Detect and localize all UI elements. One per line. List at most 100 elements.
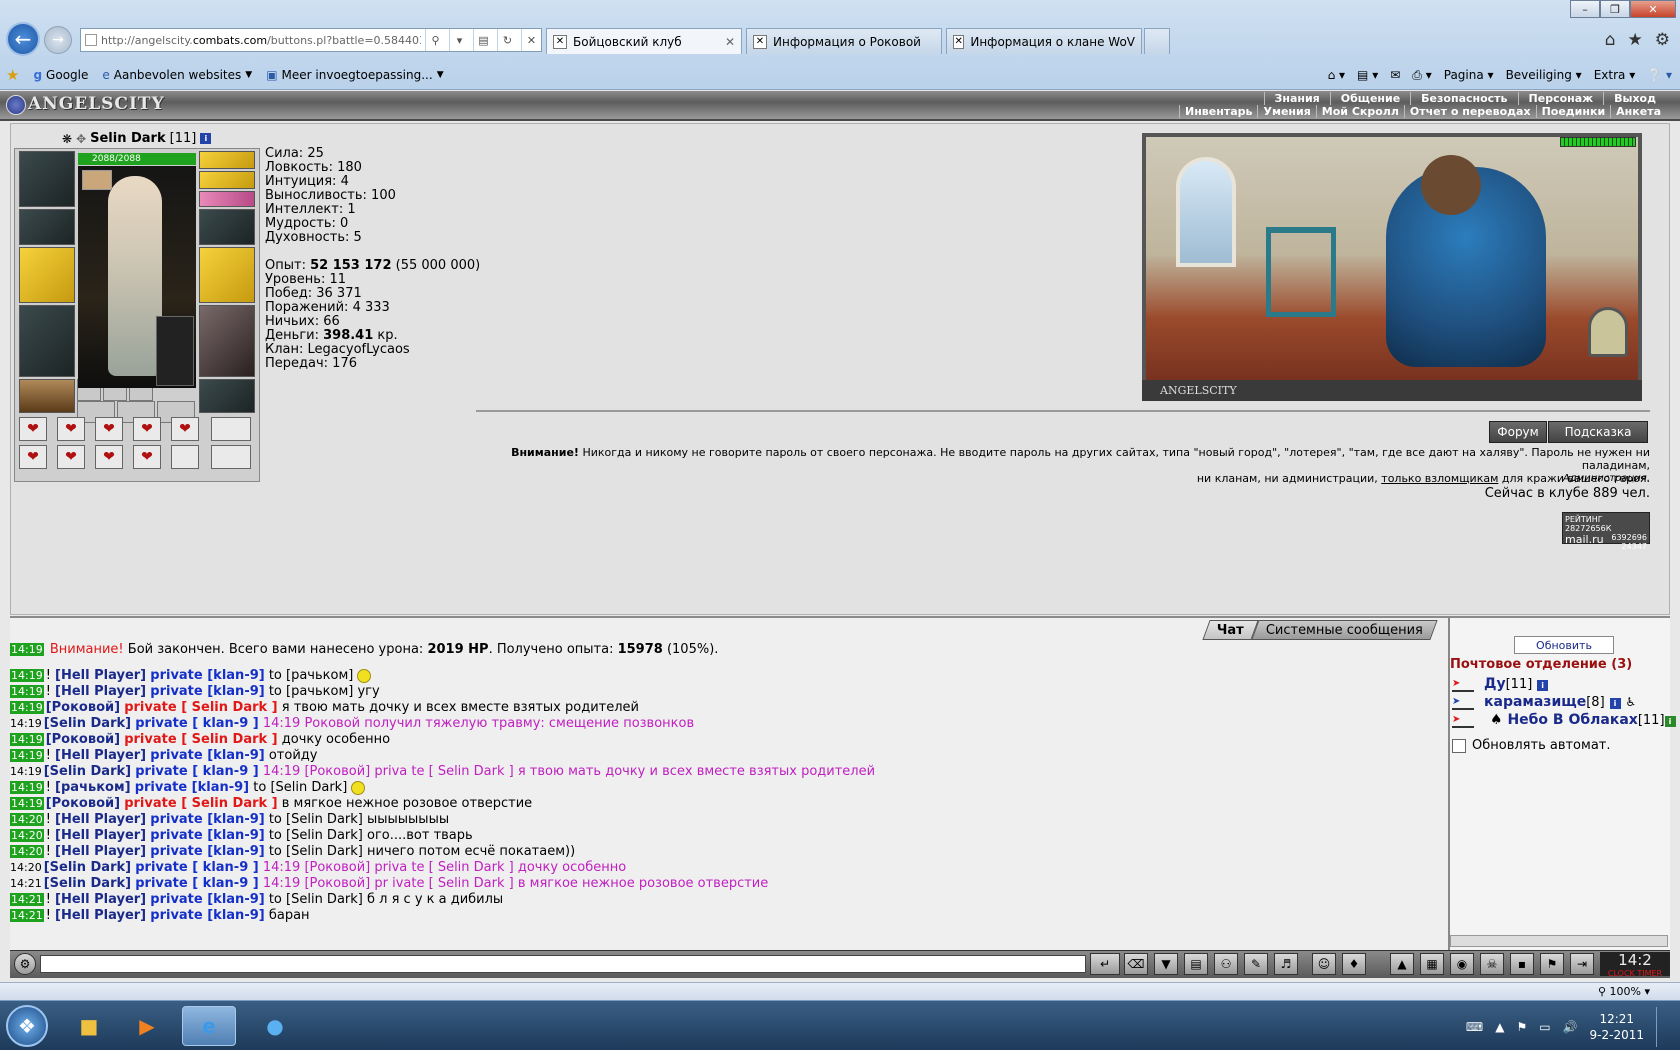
bracer-slot[interactable] — [19, 209, 75, 245]
mail-user-2[interactable]: карамазище[8] i ♿ — [1484, 694, 1636, 710]
show-desktop-button[interactable] — [1656, 1007, 1668, 1047]
submenu-skills[interactable]: Умения — [1257, 105, 1315, 118]
messenger-taskbar-icon[interactable]: ● — [248, 1006, 302, 1046]
helmet-slot[interactable] — [19, 151, 75, 207]
sender-name[interactable]: [Роковой] — [46, 732, 120, 747]
amulet-slot[interactable] — [199, 151, 255, 169]
sender-name[interactable]: [Hell Player] — [55, 844, 146, 859]
fav-addons[interactable]: ▣ Meer invoegtoepassing... ▼ — [266, 68, 443, 82]
fav-google[interactable]: g Google — [33, 68, 88, 82]
print-icon[interactable]: ⎙ ▾ — [1412, 68, 1431, 83]
stop-icon[interactable]: ✕ — [521, 29, 541, 51]
bag-icon[interactable]: ▪ — [1510, 953, 1534, 975]
forward-button[interactable]: → — [44, 26, 72, 54]
chat-menu-icon[interactable]: ⚙ — [14, 953, 36, 975]
tab-clan-wov[interactable]: ✕ Информация о клане WoV — [946, 28, 1142, 54]
door-lamp[interactable] — [1588, 307, 1628, 357]
restore-button[interactable]: ❐ — [1600, 0, 1630, 18]
private-tag[interactable]: private [klan-9] — [150, 828, 264, 843]
gloves-slot[interactable] — [199, 209, 255, 245]
home-icon[interactable]: ⌂ ▾ — [1328, 68, 1345, 82]
ie-taskbar-icon[interactable]: e — [182, 1006, 236, 1046]
timestamp[interactable]: 14:20 — [10, 861, 42, 874]
potion-heart-icon[interactable]: ❤ — [95, 445, 123, 469]
auto-refresh-checkbox[interactable] — [1452, 738, 1466, 753]
sound-icon[interactable]: ♬ — [1274, 953, 1298, 975]
private-tag[interactable]: private [ klan-9 ] — [135, 764, 258, 779]
volume-icon[interactable]: 🔊 — [1563, 1020, 1578, 1034]
private-tag[interactable]: private [klan-9] — [150, 748, 264, 763]
sender-name[interactable]: [Selin Dark] — [44, 876, 131, 891]
gear-icon[interactable]: ⚙ — [1655, 30, 1670, 50]
hint-button[interactable]: Подсказка — [1548, 421, 1648, 443]
refresh-button[interactable]: Обновить — [1514, 636, 1614, 654]
timestamp[interactable]: 14:19 — [10, 765, 42, 778]
mail-icon[interactable]: ✉ — [1390, 68, 1400, 82]
submenu-profile[interactable]: Анкета — [1610, 105, 1666, 118]
sender-name[interactable]: [Hell Player] — [55, 684, 146, 699]
mail-user-name[interactable]: карамазище — [1484, 694, 1586, 710]
room-scene[interactable] — [1142, 133, 1642, 401]
boots-slot[interactable] — [199, 379, 255, 413]
timestamp[interactable]: 14:19 — [10, 643, 44, 656]
potion-heart-icon[interactable]: ❤ — [133, 445, 161, 469]
eraser-icon[interactable]: ⌫ — [1124, 953, 1148, 975]
sender-name[interactable]: [Hell Player] — [55, 668, 146, 683]
armor-slot[interactable] — [19, 305, 75, 377]
submenu-fights[interactable]: Поединки — [1535, 105, 1611, 118]
send-button[interactable]: ↵ — [1090, 953, 1120, 975]
translit-icon[interactable]: ✎ — [1244, 953, 1268, 975]
search-icon[interactable]: ⚲ — [425, 29, 445, 51]
rings-slot[interactable] — [199, 191, 255, 207]
tray-clock[interactable]: 12:21 9-2-2011 — [1590, 1011, 1644, 1043]
flag-icon[interactable]: ⚑ — [1516, 1020, 1527, 1034]
tray-expand-icon[interactable]: ▲ — [1495, 1020, 1504, 1034]
compat-view-icon[interactable]: ▤ — [473, 29, 493, 51]
timestamp[interactable]: 14:20 — [10, 813, 44, 826]
timestamp[interactable]: 14:19 — [10, 781, 44, 794]
menu-character[interactable]: Персонаж — [1517, 92, 1604, 105]
potion-heart-icon[interactable]: ❤ — [95, 417, 123, 441]
auto-refresh[interactable]: Обновлять автомат. — [1452, 738, 1611, 753]
private-tag[interactable]: private [klan-9] — [150, 668, 264, 683]
menu-extra[interactable]: Extra ▾ — [1594, 68, 1636, 82]
mail-user-1[interactable]: Ду[11] i — [1484, 676, 1549, 692]
timestamp[interactable]: 14:21 — [10, 909, 44, 922]
private-tag[interactable]: private [ Selin Dark ] — [124, 700, 277, 715]
timestamp[interactable]: 14:19 — [10, 701, 44, 714]
potion-heart-icon[interactable]: ❤ — [19, 445, 47, 469]
minimize-button[interactable]: – — [1570, 0, 1600, 18]
sender-name[interactable]: [Selin Dark] — [44, 764, 131, 779]
private-tag[interactable]: private [ klan-9 ] — [135, 860, 258, 875]
rating-counter[interactable]: РЕЙТИНГ 28272656К mail.ru 6392696 24347 — [1562, 512, 1650, 551]
start-button[interactable]: ❖ — [6, 1005, 48, 1047]
horizontal-scrollbar[interactable] — [1450, 935, 1668, 947]
potion-heart-icon[interactable]: ❤ — [133, 417, 161, 441]
back-button[interactable]: ← — [6, 22, 40, 56]
chat-input[interactable] — [40, 955, 1086, 973]
character-avatar[interactable] — [78, 166, 196, 388]
info-icon[interactable]: i — [1609, 698, 1621, 709]
scroll-icon[interactable]: ▦ — [1420, 953, 1444, 975]
private-tag[interactable]: private [klan-9] — [150, 844, 264, 859]
sender-name[interactable]: [Hell Player] — [55, 892, 146, 907]
map-icon[interactable]: ◉ — [1450, 953, 1474, 975]
potion-heart-icon[interactable]: ❤ — [171, 417, 199, 441]
sender-name[interactable]: [Hell Player] — [55, 748, 146, 763]
empty-slot[interactable] — [211, 445, 251, 469]
pet-slot[interactable] — [156, 316, 194, 386]
private-tag[interactable]: private [klan-9] — [150, 812, 264, 827]
private-tag[interactable]: private [ Selin Dark ] — [124, 732, 277, 747]
exit-icon[interactable]: ⇥ — [1570, 953, 1594, 975]
keyboard-icon[interactable]: ⌨ — [1466, 1020, 1483, 1034]
timestamp[interactable]: 14:19 — [10, 733, 44, 746]
private-tag[interactable]: private [klan-9] — [150, 892, 264, 907]
left-weapon-slot[interactable] — [19, 247, 75, 303]
monitor-icon[interactable]: ▭ — [1539, 1020, 1550, 1034]
smiley-icon[interactable]: ☺ — [1312, 953, 1336, 975]
timestamp[interactable]: 14:21 — [10, 893, 44, 906]
fav-recommended[interactable]: e Aanbevolen websites ▼ — [102, 68, 252, 82]
belt-slot[interactable] — [19, 379, 75, 413]
menu-social[interactable]: Общение — [1329, 92, 1410, 105]
private-tag[interactable]: private [ klan-9 ] — [135, 716, 258, 731]
